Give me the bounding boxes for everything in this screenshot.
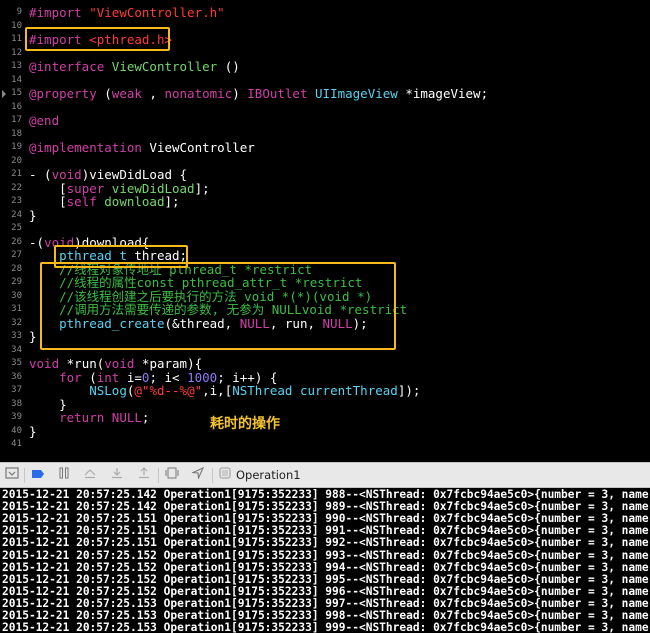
console-log-line: 2015-12-21 20:57:25.151 Operation1[9175:… xyxy=(2,512,650,526)
pause-icon[interactable] xyxy=(55,467,73,484)
annotation-label: 耗时的操作 xyxy=(210,416,280,432)
toolbar-separator xyxy=(158,468,159,483)
breakpoints-toggle-icon[interactable] xyxy=(29,467,47,484)
console-log-line: 2015-12-21 20:57:25.151 Operation1[9175:… xyxy=(2,536,650,550)
toolbar-separator xyxy=(212,468,213,483)
console-log-line: 2015-12-21 20:57:25.153 Operation1[9175:… xyxy=(2,621,650,633)
console-log-line: 2015-12-21 20:57:25.152 Operation1[9175:… xyxy=(2,548,650,562)
console-log-line: 2015-12-21 20:57:25.152 Operation1[9175:… xyxy=(2,560,650,574)
line-number[interactable]: 41 xyxy=(0,431,22,458)
hide-debug-area-icon[interactable] xyxy=(3,467,21,484)
code-line: 41 xyxy=(0,431,650,458)
pthread-create-highlight-box xyxy=(40,262,396,350)
console-output[interactable]: 2015-12-21 20:57:25.142 Operation1[9175:… xyxy=(0,488,650,633)
console-log-line: 2015-12-21 20:57:25.153 Operation1[9175:… xyxy=(2,609,650,622)
import-highlight-box xyxy=(25,27,170,51)
console-log-line: 2015-12-21 20:57:25.153 Operation1[9175:… xyxy=(2,596,650,610)
step-out-icon[interactable] xyxy=(135,467,153,484)
console-log-line: 2015-12-21 20:57:25.152 Operation1[9175:… xyxy=(2,584,650,598)
debug-toolbar: Operation1 xyxy=(0,462,650,488)
console-log-line: 2015-12-21 20:57:25.142 Operation1[9175:… xyxy=(2,500,650,514)
console-log-line: 2015-12-21 20:57:25.152 Operation1[9175:… xyxy=(2,572,650,586)
process-name[interactable]: Operation1 xyxy=(236,467,301,484)
view-hierarchy-icon[interactable] xyxy=(163,467,181,484)
app-process-icon xyxy=(216,467,234,484)
console-log-line: 2015-12-21 20:57:25.151 Operation1[9175:… xyxy=(2,524,650,538)
code-editor[interactable]: 9 #import "ViewController.h" 10 11 #import <… xyxy=(0,0,650,462)
step-into-icon[interactable] xyxy=(108,467,126,484)
toolbar-separator xyxy=(24,468,25,483)
console-log-line: 2015-12-21 20:57:25.142 Operation1[9175:… xyxy=(2,488,650,501)
simulate-location-icon[interactable] xyxy=(189,466,207,484)
step-over-icon[interactable] xyxy=(81,467,99,484)
